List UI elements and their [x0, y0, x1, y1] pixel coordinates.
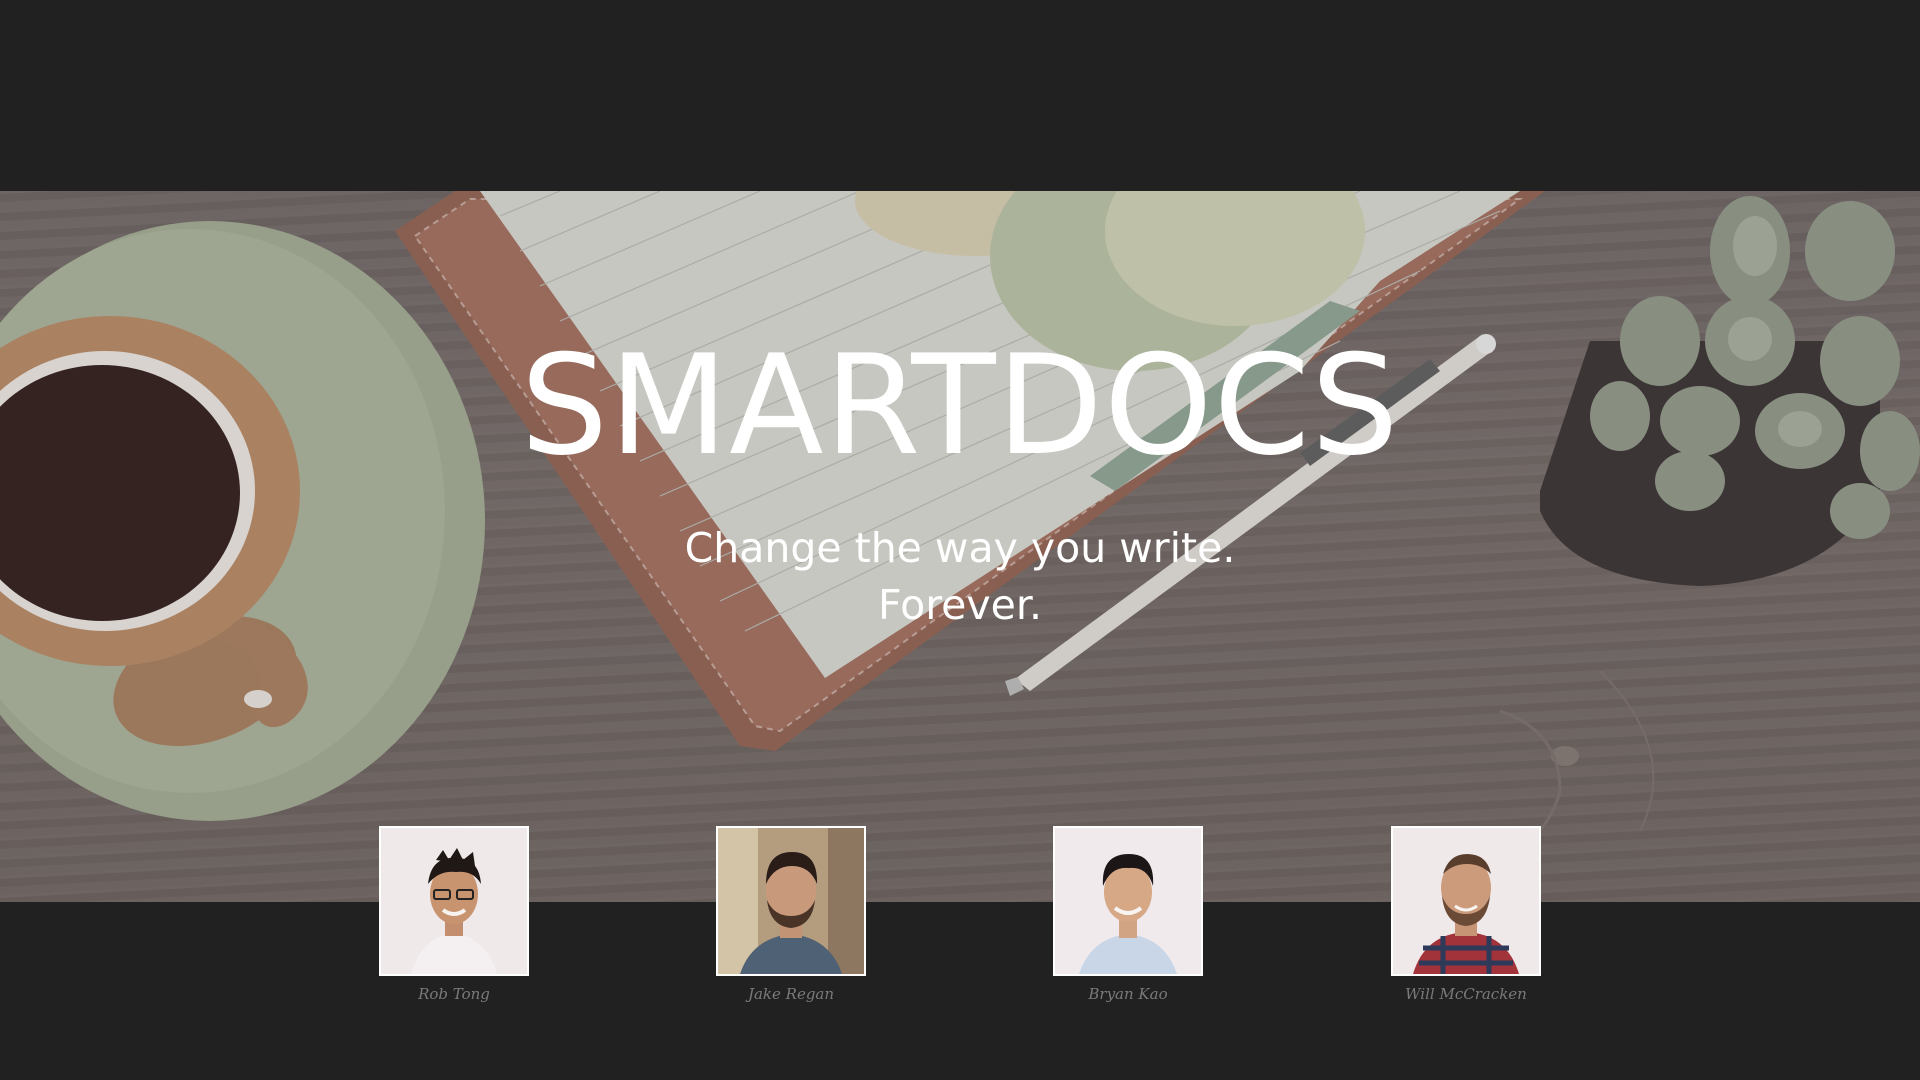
avatar [1391, 826, 1541, 976]
member-name: Jake Regan [747, 985, 835, 1003]
team-member: Bryan Kao [1053, 826, 1203, 1004]
tagline-line-1: Change the way you write. [684, 524, 1236, 572]
team-member: Jake Regan [716, 826, 866, 1004]
tagline: Change the way you write. Forever. [0, 520, 1920, 634]
slide: SMARTDOCS Change the way you write. Fore… [0, 0, 1920, 1080]
member-name: Rob Tong [418, 985, 490, 1003]
member-name: Will McCracken [1405, 985, 1527, 1003]
page-title: SMARTDOCS [520, 325, 1400, 486]
person-portrait-icon [381, 828, 527, 974]
avatar [716, 826, 866, 976]
person-portrait-icon [1393, 828, 1539, 974]
person-portrait-icon [1055, 828, 1201, 974]
team-member: Will McCracken [1391, 826, 1541, 1004]
person-portrait-icon [718, 828, 864, 974]
team-row: Rob Tong Jake Regan Bryan Kao Will McCra… [0, 826, 1920, 1016]
avatar [379, 826, 529, 976]
member-name: Bryan Kao [1088, 985, 1168, 1003]
avatar [1053, 826, 1203, 976]
team-member: Rob Tong [379, 826, 529, 1004]
tagline-line-2: Forever. [878, 581, 1042, 629]
